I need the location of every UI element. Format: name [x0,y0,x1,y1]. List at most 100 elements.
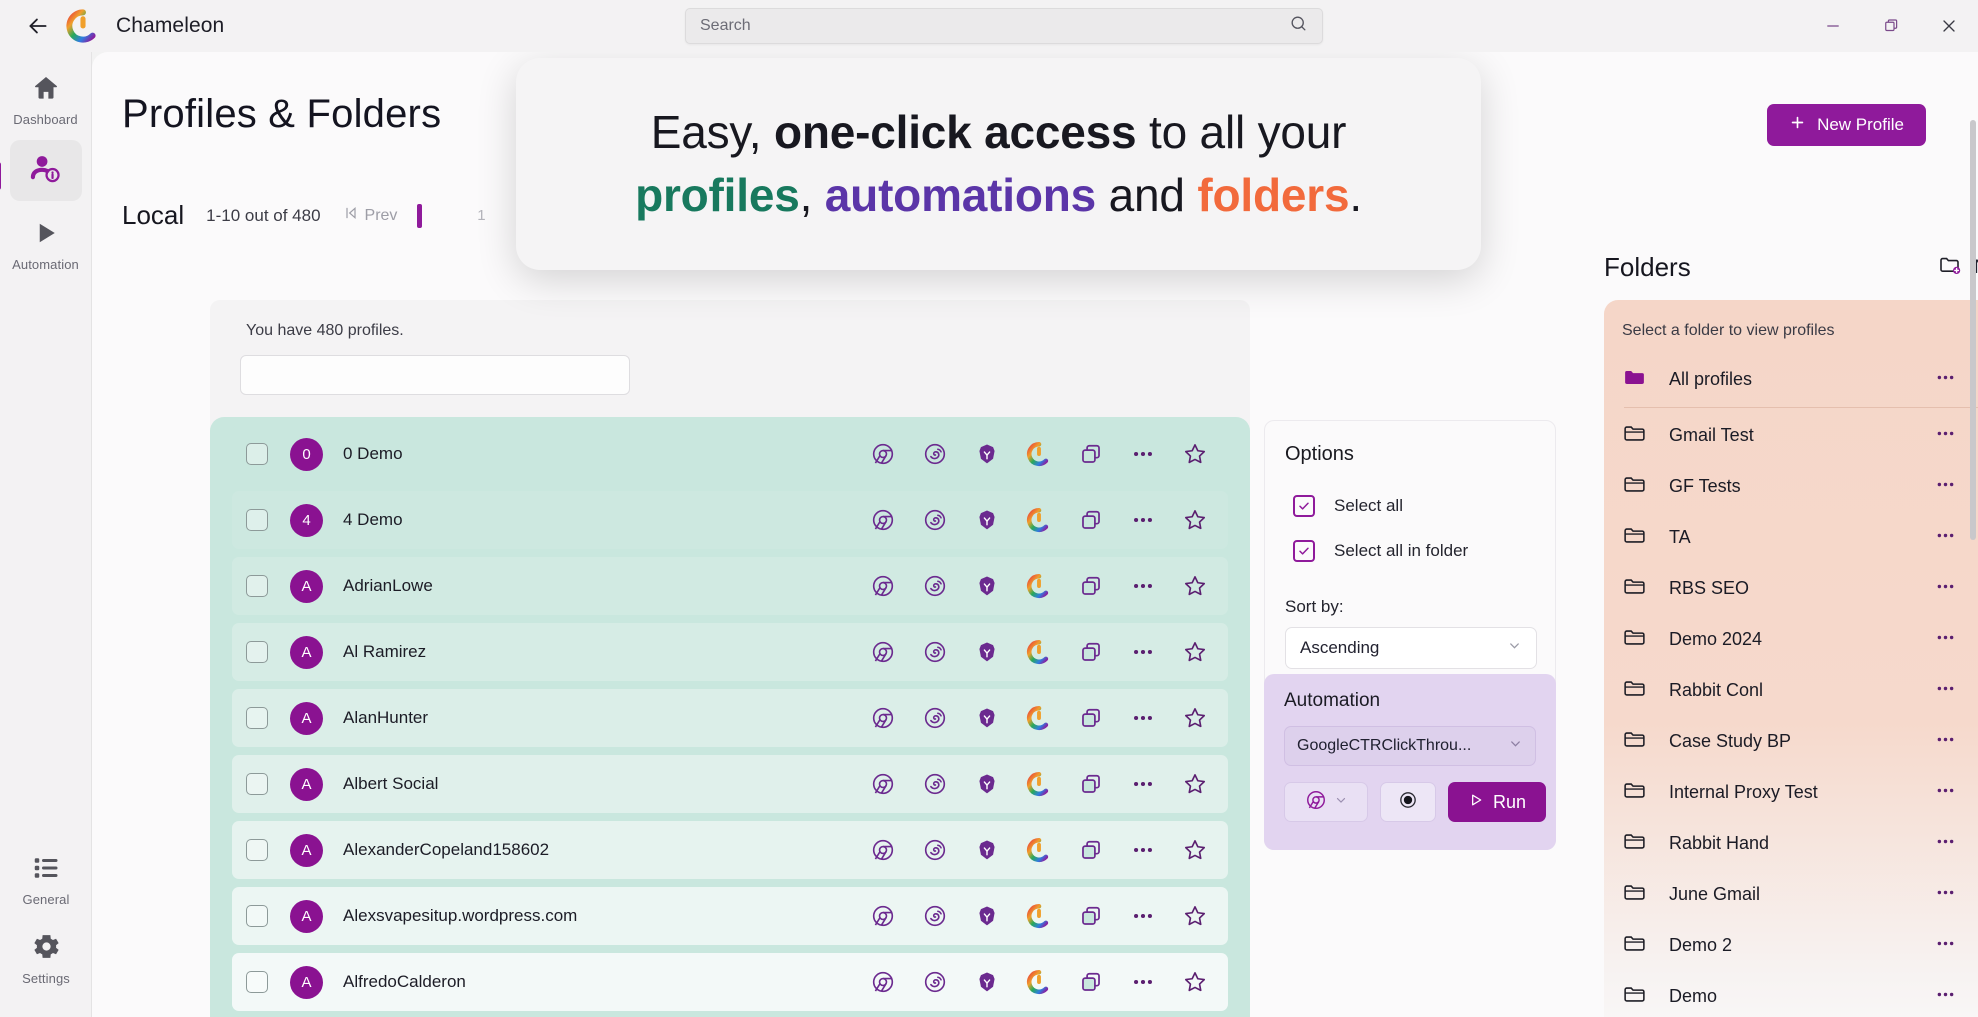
folder-more-icon[interactable] [1934,881,1957,909]
firefox-icon[interactable] [918,437,952,471]
chameleon-icon[interactable] [1022,503,1056,537]
profile-row[interactable]: A Albert Social [232,755,1228,813]
chrome-icon[interactable] [866,569,900,603]
duplicate-icon[interactable] [1074,701,1108,735]
folder-row[interactable]: TA [1604,512,1978,563]
more-icon[interactable] [1126,701,1160,735]
profile-checkbox[interactable] [246,773,268,795]
search-input[interactable] [700,17,1289,35]
profile-row[interactable]: 0 0 Demo [232,425,1228,483]
back-arrow-icon[interactable] [18,6,58,46]
firefox-icon[interactable] [918,767,952,801]
chameleon-icon[interactable] [1022,899,1056,933]
more-icon[interactable] [1126,899,1160,933]
profile-row[interactable]: A Alexsvapesitup.wordpress.com [232,887,1228,945]
profile-checkbox[interactable] [246,443,268,465]
folder-more-icon[interactable] [1934,779,1957,807]
folder-more-icon[interactable] [1934,728,1957,756]
folder-more-icon[interactable] [1934,932,1957,960]
sidebar-item-automation[interactable]: Automation [10,207,82,279]
star-icon[interactable] [1178,767,1212,801]
firefox-icon[interactable] [918,833,952,867]
brave-icon[interactable] [970,503,1004,537]
profile-checkbox[interactable] [246,509,268,531]
folder-more-icon[interactable] [1934,983,1957,1011]
record-button[interactable] [1380,782,1436,822]
folder-row[interactable]: Demo 2024 [1604,614,1978,665]
maximize-icon[interactable] [1862,0,1920,52]
folder-more-icon[interactable] [1934,473,1957,501]
minimize-icon[interactable] [1804,0,1862,52]
chrome-icon[interactable] [866,701,900,735]
prev-page-button[interactable]: Prev [343,205,397,226]
sort-by-select[interactable]: Ascending [1285,627,1537,669]
firefox-icon[interactable] [918,701,952,735]
chameleon-icon[interactable] [1022,437,1056,471]
chrome-icon[interactable] [866,635,900,669]
more-icon[interactable] [1126,437,1160,471]
firefox-icon[interactable] [918,965,952,999]
folder-more-icon[interactable] [1934,524,1957,552]
duplicate-icon[interactable] [1074,833,1108,867]
firefox-icon[interactable] [918,503,952,537]
duplicate-icon[interactable] [1074,899,1108,933]
brave-icon[interactable] [970,635,1004,669]
profile-row[interactable]: A AdrianLowe [232,557,1228,615]
folder-more-icon[interactable] [1934,830,1957,858]
duplicate-icon[interactable] [1074,635,1108,669]
duplicate-icon[interactable] [1074,767,1108,801]
chameleon-icon[interactable] [1022,965,1056,999]
star-icon[interactable] [1178,437,1212,471]
chameleon-icon[interactable] [1022,569,1056,603]
sidebar-item-profiles[interactable] [0,140,82,201]
browser-select[interactable] [1284,782,1368,822]
profile-checkbox[interactable] [246,707,268,729]
star-icon[interactable] [1178,833,1212,867]
select-all-in-folder-option[interactable]: Select all in folder [1293,540,1468,562]
chrome-icon[interactable] [866,965,900,999]
profile-row[interactable]: A AlfredoCalderon [232,953,1228,1011]
folder-row[interactable]: Rabbit Hand [1604,818,1978,869]
folder-row[interactable]: Gmail Test [1604,410,1978,461]
folder-row[interactable]: Demo [1604,971,1978,1017]
profile-row[interactable]: A AlexanderCopeland158602 [232,821,1228,879]
sidebar-item-settings[interactable]: Settings [10,920,82,993]
firefox-icon[interactable] [918,899,952,933]
checkbox-checked-icon[interactable] [1293,540,1315,562]
new-profile-button[interactable]: New Profile [1767,104,1926,146]
star-icon[interactable] [1178,569,1212,603]
brave-icon[interactable] [970,767,1004,801]
firefox-icon[interactable] [918,569,952,603]
profile-row[interactable]: A Al Ramirez [232,623,1228,681]
profile-checkbox[interactable] [246,839,268,861]
page-1[interactable]: 1 [446,207,516,224]
folder-more-icon[interactable] [1934,575,1957,603]
chameleon-icon[interactable] [1022,635,1056,669]
star-icon[interactable] [1178,701,1212,735]
folder-more-icon[interactable] [1934,366,1957,394]
brave-icon[interactable] [970,437,1004,471]
firefox-icon[interactable] [918,635,952,669]
onboarding-tooltip[interactable]: Easy, one-click access to all your profi… [516,58,1481,270]
chrome-icon[interactable] [866,767,900,801]
search-icon[interactable] [1289,14,1308,38]
more-icon[interactable] [1126,965,1160,999]
chrome-icon[interactable] [866,503,900,537]
star-icon[interactable] [1178,635,1212,669]
chrome-icon[interactable] [866,899,900,933]
chameleon-icon[interactable] [1022,833,1056,867]
profile-checkbox[interactable] [246,905,268,927]
duplicate-icon[interactable] [1074,569,1108,603]
global-search[interactable] [685,8,1323,44]
more-icon[interactable] [1126,635,1160,669]
sidebar-item-dashboard[interactable]: Dashboard [10,62,82,134]
folder-more-icon[interactable] [1934,677,1957,705]
list-search-input[interactable] [240,355,630,395]
folder-more-icon[interactable] [1934,626,1957,654]
more-icon[interactable] [1126,503,1160,537]
chrome-icon[interactable] [866,833,900,867]
star-icon[interactable] [1178,503,1212,537]
duplicate-icon[interactable] [1074,437,1108,471]
brave-icon[interactable] [970,701,1004,735]
chrome-icon[interactable] [866,437,900,471]
